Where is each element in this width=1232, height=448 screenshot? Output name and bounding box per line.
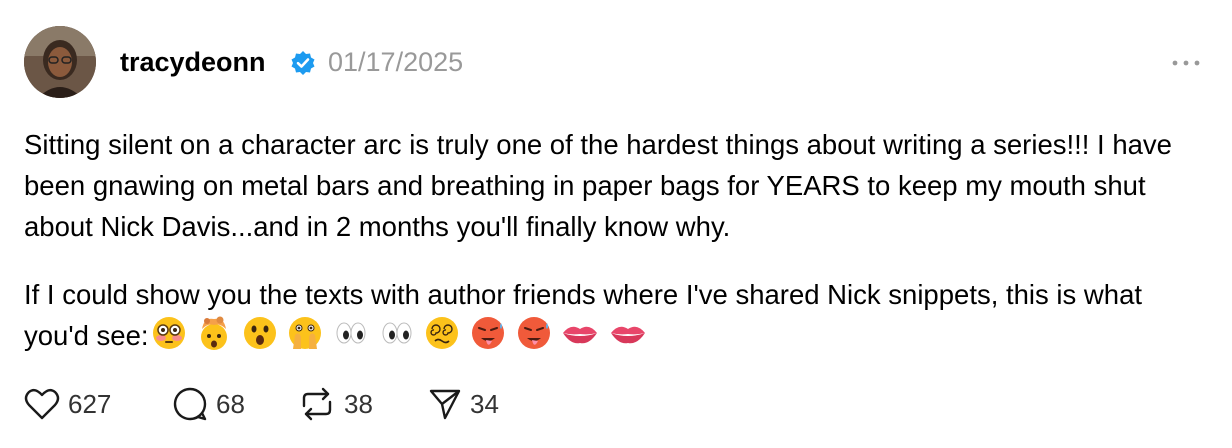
astonished-face-icon — [243, 317, 276, 349]
post-paragraph-1: Sitting silent on a character arc is tru… — [24, 129, 1172, 242]
emoji-row — [151, 315, 649, 362]
avatar[interactable] — [24, 26, 96, 98]
comment-icon — [173, 387, 207, 421]
repost-count: 38 — [344, 388, 373, 419]
reply-count: 68 — [216, 388, 245, 419]
share-button[interactable]: 34 — [428, 384, 499, 424]
exploding-head-icon — [201, 316, 228, 350]
lips-icon — [563, 326, 598, 344]
eyes-icon — [336, 322, 366, 344]
verified-badge-icon — [290, 50, 316, 76]
spiral-eyes-face-icon — [426, 317, 459, 349]
lips-icon — [610, 326, 645, 344]
post-paragraph-2: If I could show you the texts with autho… — [24, 274, 1214, 362]
reply-button[interactable]: 68 — [172, 384, 245, 424]
like-count: 627 — [68, 388, 112, 419]
username[interactable]: tracydeonn — [120, 44, 266, 80]
repost-button[interactable]: 38 — [298, 384, 373, 424]
eyes-icon — [382, 322, 412, 344]
heart-icon — [24, 388, 60, 420]
hot-face-icon — [517, 317, 550, 349]
more-options-icon[interactable] — [1170, 48, 1202, 78]
send-icon — [429, 389, 461, 420]
like-button[interactable]: 627 — [24, 384, 111, 424]
repost-icon — [302, 387, 332, 421]
flushed-face-icon — [152, 317, 185, 349]
share-count: 34 — [470, 388, 499, 419]
timestamp[interactable]: 01/17/2025 — [328, 44, 463, 80]
hand-over-mouth-face-icon — [289, 317, 322, 349]
hot-face-icon — [472, 317, 504, 349]
